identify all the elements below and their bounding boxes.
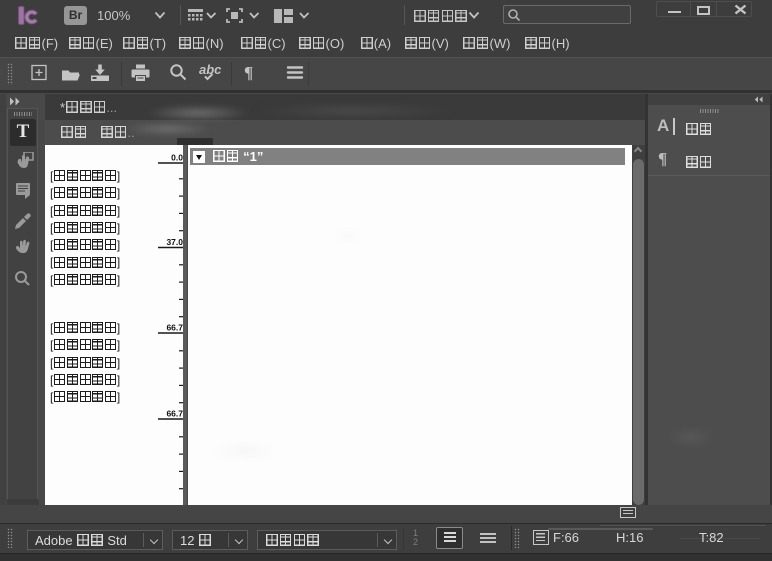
svg-text:0.0: 0.0 — [171, 153, 183, 163]
svg-text:37.0: 37.0 — [166, 237, 183, 247]
svg-text:66.7: 66.7 — [166, 409, 183, 419]
svg-text:¶: ¶ — [244, 63, 253, 82]
svg-text:66.7: 66.7 — [166, 323, 183, 333]
